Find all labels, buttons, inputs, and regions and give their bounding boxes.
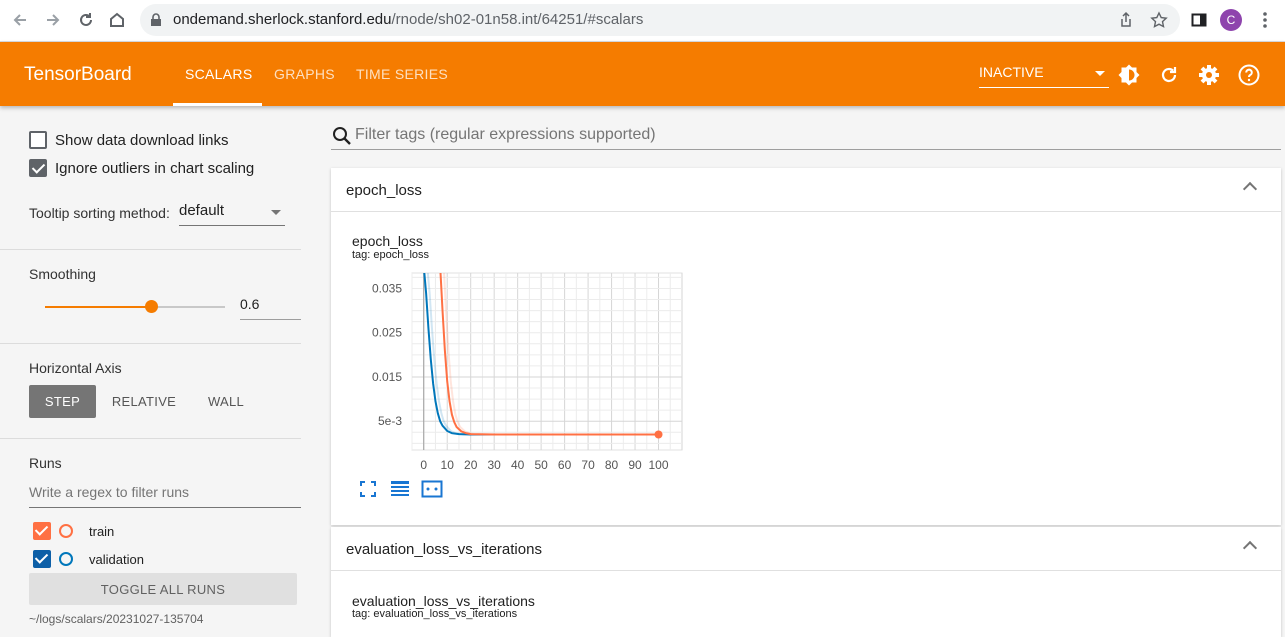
show-download-links-option[interactable]: Show data download links	[29, 131, 228, 149]
share-icon[interactable]	[1117, 11, 1135, 29]
chart-tag: tag: epoch_loss	[352, 249, 430, 261]
tooltip-sorting-label: Tooltip sorting method:	[29, 205, 170, 221]
bookmark-star-icon[interactable]	[1150, 11, 1168, 29]
home-icon[interactable]	[106, 9, 128, 31]
divider	[0, 249, 301, 250]
more-menu-icon[interactable]	[1254, 9, 1276, 31]
lock-icon	[150, 13, 162, 32]
browser-toolbar: ondemand.sherlock.stanford.edu/rnode/sh0…	[0, 0, 1285, 42]
chart-tag: tag: evaluation_loss_vs_iterations	[352, 608, 518, 620]
log-directory-path: ~/logs/scalars/20231027-135704	[29, 612, 204, 626]
run-filter-input[interactable]: Write a regex to filter runs	[29, 484, 301, 508]
forward-icon[interactable]	[42, 9, 64, 31]
card-title: epoch_loss	[346, 182, 422, 199]
settings-gear-icon[interactable]	[1197, 63, 1221, 87]
show-download-links-checkbox[interactable]	[29, 131, 47, 149]
smoothing-slider-thumb[interactable]	[145, 300, 159, 313]
side-panel-icon[interactable]	[1188, 9, 1210, 31]
back-icon[interactable]	[9, 9, 31, 31]
tab-scalars[interactable]: SCALARS	[185, 66, 252, 82]
run-validation-checkbox[interactable]	[33, 550, 51, 568]
axis-relative-button[interactable]: RELATIVE	[104, 385, 184, 418]
chevron-down-icon	[1095, 71, 1105, 76]
fullscreen-icon[interactable]	[358, 480, 378, 498]
run-color-swatch[interactable]	[59, 552, 73, 566]
toggle-all-runs-button[interactable]: TOGGLE ALL RUNS	[29, 573, 297, 605]
chart-title: evaluation_loss_vs_iterations	[352, 593, 535, 609]
card-title: evaluation_loss_vs_iterations	[346, 541, 542, 558]
smoothing-label: Smoothing	[29, 266, 96, 282]
axis-wall-button[interactable]: WALL	[196, 385, 256, 418]
runs-label: Runs	[29, 455, 62, 471]
theme-toggle-icon[interactable]	[1117, 63, 1141, 87]
tooltip-sorting-select[interactable]: default	[179, 202, 285, 226]
tab-time-series[interactable]: TIME SERIES	[356, 66, 448, 82]
app-logo: TensorBoard	[24, 64, 132, 85]
tag-card-epoch-loss: epoch_loss epoch_loss tag: epoch_loss	[331, 168, 1281, 525]
tag-card-evaluation-loss: evaluation_loss_vs_iterations evaluation…	[331, 527, 1281, 637]
fit-domain-icon[interactable]	[421, 480, 443, 498]
ignore-outliers-option[interactable]: Ignore outliers in chart scaling	[29, 159, 254, 177]
run-color-swatch[interactable]	[59, 524, 73, 538]
ignore-outliers-label: Ignore outliers in chart scaling	[55, 159, 255, 177]
run-name: train	[89, 523, 115, 539]
help-icon[interactable]	[1237, 63, 1261, 87]
tensorboard-header: TensorBoard SCALARS GRAPHS TIME SERIES I…	[0, 42, 1285, 106]
settings-sidebar: Show data download links Ignore outliers…	[0, 106, 318, 630]
show-download-links-label: Show data download links	[55, 131, 229, 149]
tab-graphs[interactable]: GRAPHS	[274, 66, 335, 82]
address-bar[interactable]: ondemand.sherlock.stanford.edu/rnode/sh0…	[140, 4, 1180, 36]
axis-step-button[interactable]: STEP	[29, 385, 96, 418]
run-item-validation[interactable]: validation	[33, 550, 144, 568]
tag-filter[interactable]: Filter tags (regular expressions support…	[331, 118, 1281, 150]
divider	[0, 438, 301, 439]
profile-avatar[interactable]: C	[1220, 9, 1242, 31]
data-table-icon[interactable]	[390, 480, 410, 498]
run-name: validation	[89, 551, 144, 567]
card-header[interactable]: epoch_loss	[331, 168, 1281, 212]
refresh-icon[interactable]	[1157, 63, 1181, 87]
url-text: ondemand.sherlock.stanford.edu/rnode/sh0…	[173, 11, 644, 28]
plugin-status-select[interactable]: INACTIVE	[979, 64, 1109, 88]
run-train-checkbox[interactable]	[33, 522, 51, 540]
ignore-outliers-checkbox[interactable]	[29, 159, 47, 177]
horizontal-axis-label: Horizontal Axis	[29, 360, 122, 376]
card-header[interactable]: evaluation_loss_vs_iterations	[331, 527, 1281, 571]
run-item-train[interactable]: train	[33, 522, 114, 540]
smoothing-slider-fill	[45, 306, 152, 308]
active-tab-indicator	[173, 103, 262, 106]
chart-title: epoch_loss	[352, 233, 423, 249]
tag-filter-input[interactable]: Filter tags (regular expressions support…	[355, 126, 656, 144]
chevron-up-icon[interactable]	[1242, 540, 1258, 556]
chevron-down-icon	[271, 210, 281, 215]
reload-icon[interactable]	[75, 9, 97, 31]
divider	[0, 343, 301, 344]
search-icon	[332, 126, 352, 151]
chevron-up-icon[interactable]	[1242, 181, 1258, 197]
smoothing-value-input[interactable]: 0.6	[240, 296, 301, 320]
